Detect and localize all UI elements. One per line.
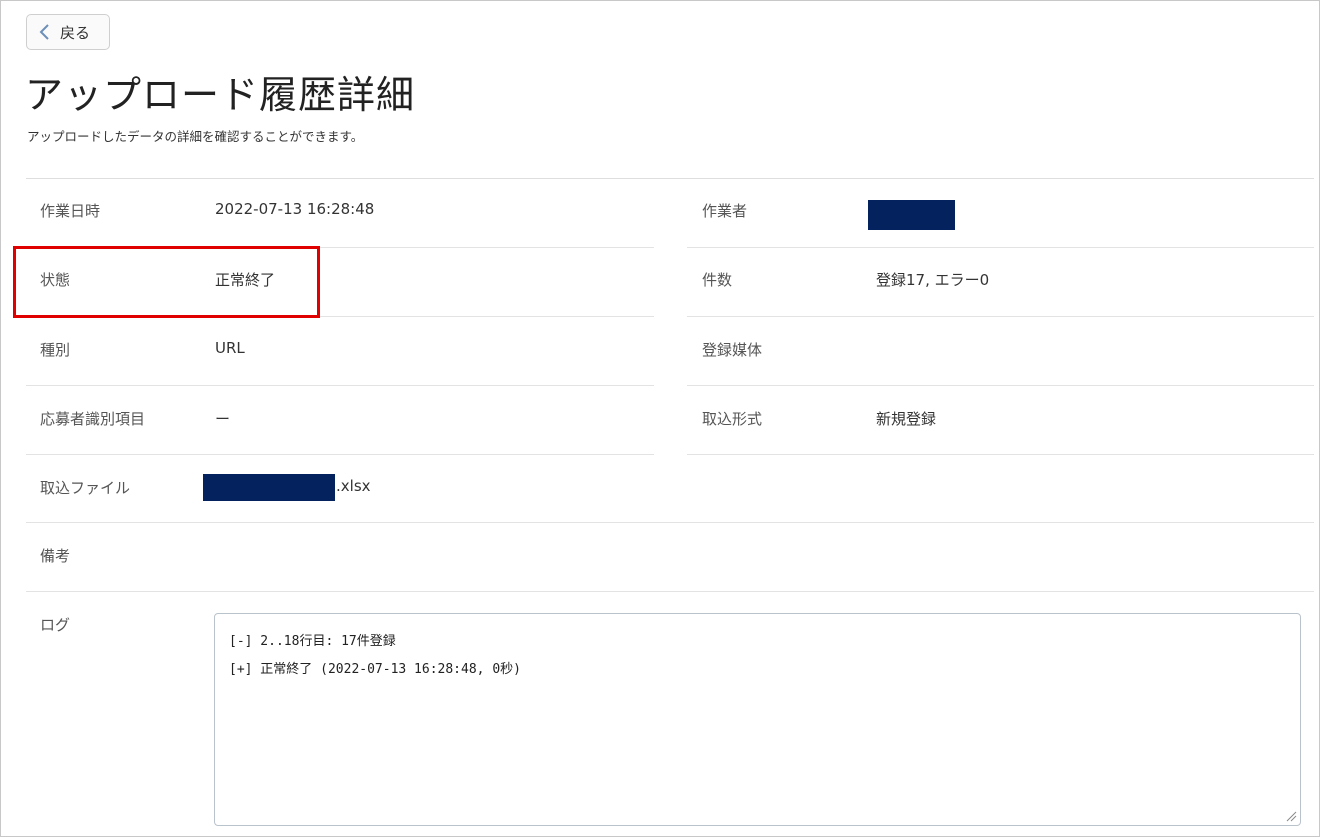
row-divider <box>26 385 654 386</box>
work-datetime-label: 作業日時 <box>40 202 101 220</box>
back-button[interactable]: 戻る <box>26 14 110 50</box>
divider <box>26 178 1314 179</box>
row-divider <box>26 454 654 455</box>
log-line: [-] 2..18行目: 17件登録 <box>229 634 396 649</box>
import-file-label: 取込ファイル <box>40 479 131 497</box>
import-format-value: 新規登録 <box>876 410 937 428</box>
worker-label: 作業者 <box>702 202 748 220</box>
row-divider <box>687 247 1314 248</box>
import-file-extension: .xlsx <box>336 477 371 495</box>
count-value: 登録17, エラー0 <box>876 271 990 289</box>
page-description: アップロードしたデータの詳細を確認することができます。 <box>27 129 364 144</box>
log-textarea[interactable]: [-] 2..18行目: 17件登録 [+] 正常終了 (2022-07-13 … <box>214 613 1301 826</box>
log-line: [+] 正常終了 (2022-07-13 16:28:48, 0秒) <box>229 662 521 677</box>
chevron-left-icon <box>39 24 49 40</box>
applicant-id-item-value: ー <box>215 410 231 428</box>
import-format-label: 取込形式 <box>702 410 763 428</box>
media-label: 登録媒体 <box>702 341 763 359</box>
worker-redacted-value <box>868 200 955 230</box>
type-label: 種別 <box>40 341 71 359</box>
remarks-label: 備考 <box>40 547 71 565</box>
work-datetime-value: 2022-07-13 16:28:48 <box>215 200 375 218</box>
log-label: ログ <box>40 616 71 634</box>
import-file-redacted-name <box>203 474 335 501</box>
status-highlight-box <box>13 246 320 318</box>
row-divider <box>26 591 1314 592</box>
row-divider <box>26 522 1314 523</box>
type-value: URL <box>215 339 245 357</box>
page-title: アップロード履歴詳細 <box>25 73 416 117</box>
back-button-label: 戻る <box>60 23 91 42</box>
row-divider <box>687 454 1314 455</box>
row-divider <box>687 385 1314 386</box>
row-divider <box>687 316 1314 317</box>
resize-handle-icon[interactable] <box>1285 810 1297 822</box>
count-label: 件数 <box>702 271 733 289</box>
applicant-id-item-label: 応募者識別項目 <box>40 410 146 428</box>
